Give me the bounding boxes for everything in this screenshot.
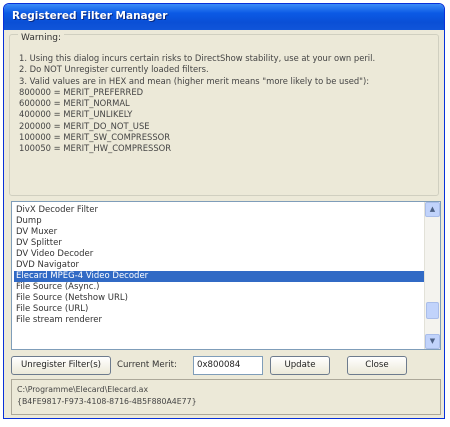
merit-sw-compressor-line: 100000 = MERIT_SW_COMPRESSOR bbox=[19, 132, 171, 143]
warning-line: 2. Do NOT Unregister currently loaded fi… bbox=[19, 64, 209, 75]
filter-details: C:\Programme\Elecard\Elecard.ax {B4FE981… bbox=[11, 379, 441, 415]
merit-unlikely-line: 400000 = MERIT_UNLIKELY bbox=[19, 109, 133, 120]
list-item[interactable]: DVD Navigator bbox=[14, 260, 426, 271]
list-item[interactable]: DV Muxer bbox=[14, 227, 426, 238]
list-item[interactable]: File Source (Netshow URL) bbox=[14, 293, 426, 304]
filter-path: C:\Programme\Elecard\Elecard.ax bbox=[17, 385, 149, 394]
merit-do-not-use-line: 200000 = MERIT_DO_NOT_USE bbox=[19, 120, 150, 131]
scroll-down-icon[interactable]: ▼ bbox=[425, 334, 440, 349]
list-item[interactable]: File stream renderer bbox=[14, 315, 426, 326]
filter-manager-window: Registered Filter Manager Warning: 1. Us… bbox=[3, 3, 445, 419]
update-button[interactable]: Update bbox=[270, 356, 330, 375]
unregister-button[interactable]: Unregister Filter(s) bbox=[11, 356, 111, 375]
list-item[interactable]: DV Splitter bbox=[14, 238, 426, 249]
merit-hw-compressor-line: 100050 = MERIT_HW_COMPRESSOR bbox=[19, 143, 172, 154]
warning-group: Warning: 1. Using this dialog incurs cer… bbox=[9, 33, 439, 196]
current-merit-label: Current Merit: bbox=[117, 360, 177, 370]
current-merit-input[interactable]: 0x800084 bbox=[193, 356, 263, 375]
warning-line: 3. Valid values are in HEX and mean (hig… bbox=[19, 75, 370, 86]
title-bar[interactable]: Registered Filter Manager bbox=[4, 4, 444, 30]
filter-clsid: {B4FE9817-F973-4108-8716-4B5F880A4E77} bbox=[17, 397, 197, 406]
list-item[interactable]: File Source (URL) bbox=[14, 304, 426, 315]
close-button[interactable]: Close bbox=[347, 356, 407, 375]
list-item-selected[interactable]: Elecard MPEG-4 Video Decoder bbox=[14, 271, 426, 282]
warning-text: 1. Using this dialog incurs certain risk… bbox=[19, 53, 375, 155]
merit-preferred-line: 800000 = MERIT_PREFERRED bbox=[19, 86, 144, 97]
list-scrollbar[interactable]: ▲ ▼ bbox=[424, 202, 440, 349]
warning-line: 1. Using this dialog incurs certain risk… bbox=[19, 53, 376, 63]
merit-normal-line: 600000 = MERIT_NORMAL bbox=[19, 98, 130, 109]
window-title: Registered Filter Manager bbox=[12, 10, 168, 22]
list-item[interactable]: DV Video Decoder bbox=[14, 249, 426, 260]
list-item[interactable]: DivX Decoder Filter bbox=[14, 205, 426, 216]
list-item[interactable]: File Source (Async.) bbox=[14, 282, 426, 293]
scroll-thumb[interactable] bbox=[426, 302, 439, 319]
list-item[interactable]: Dump bbox=[14, 216, 426, 227]
warning-title: Warning: bbox=[18, 33, 65, 43]
scroll-up-icon[interactable]: ▲ bbox=[425, 202, 440, 217]
filter-list[interactable]: DivX Decoder Filter Dump DV Muxer DV Spl… bbox=[11, 201, 441, 350]
